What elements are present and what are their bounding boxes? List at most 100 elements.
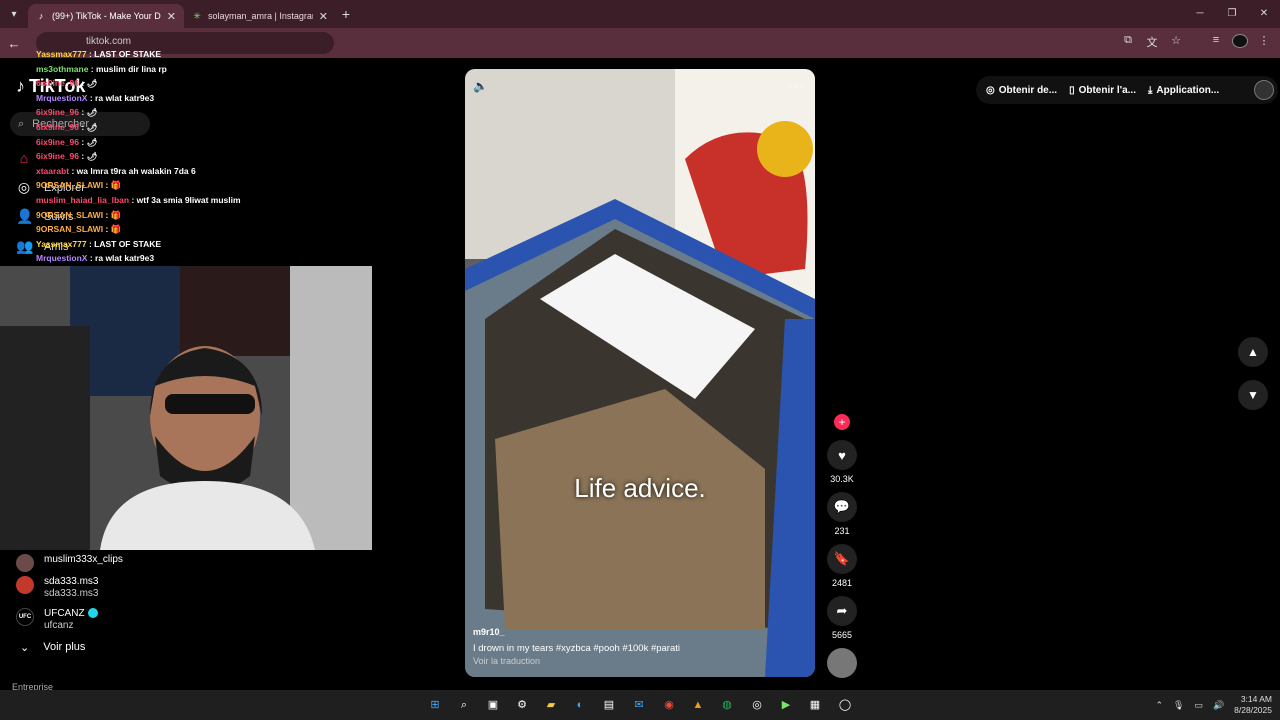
music-disc-avatar[interactable]: [827, 648, 857, 678]
chat-username: MrquestionX: [36, 253, 88, 264]
chevron-down-icon: ▼: [1247, 388, 1259, 402]
avatar: [16, 554, 34, 572]
search-icon[interactable]: ⌕: [455, 696, 473, 714]
chat-message: 9ORSAN_SLAWI : 🎁: [36, 178, 336, 193]
see-translation-link[interactable]: Voir la traduction: [473, 656, 540, 666]
follow-button[interactable]: +: [826, 414, 858, 430]
chat-username: Yassmax777: [36, 238, 87, 249]
chat-text: 🌶: [86, 121, 98, 132]
next-video-button[interactable]: ▼: [1238, 380, 1268, 410]
settings-gear-icon[interactable]: ⚙: [513, 696, 531, 714]
video-player[interactable]: 🔈 ··· Life advice. m9r10_ I drown in my …: [465, 69, 815, 677]
cast-icon[interactable]: ⧉: [1120, 34, 1136, 51]
spotify-icon[interactable]: ◍: [718, 696, 736, 714]
like-count: 30.3K: [830, 474, 854, 484]
chat-message: ms3othmane : muslim dir lina rp: [36, 62, 336, 77]
chat-text: wa lmra t9ra ah walakin 7da 6: [76, 165, 196, 176]
network-icon[interactable]: ▭: [1194, 700, 1203, 711]
get-coins-button[interactable]: ◎ Obtenir de...: [986, 85, 1057, 96]
webcam-overlay: [0, 266, 372, 550]
video-author[interactable]: m9r10_: [473, 627, 505, 637]
friends-icon[interactable]: 👥: [16, 238, 33, 255]
button-label: Obtenir l'a...: [1078, 84, 1136, 96]
app-a-icon[interactable]: ▲: [689, 696, 707, 714]
share-count: 5665: [831, 630, 853, 640]
edge-icon[interactable]: ◐: [571, 696, 589, 714]
chevron-up-icon: ▲: [1247, 345, 1259, 359]
windows-start-icon[interactable]: ⊞: [426, 696, 444, 714]
chat-separator: :: [87, 253, 96, 264]
clock-time: 3:14 AM: [1240, 694, 1272, 704]
webcam-image: [0, 266, 372, 550]
get-app-button[interactable]: ▯ Obtenir l'a...: [1069, 85, 1136, 96]
chat-message: 6ix9ine_96 : 🌶: [36, 149, 336, 164]
following-item[interactable]: muslim333x_clips: [16, 554, 123, 572]
media-player-icon[interactable]: ▶: [777, 696, 795, 714]
chat-message: MrquestionX : ra wlat katr9e3: [36, 251, 336, 266]
chat-separator: :: [79, 121, 87, 132]
clock[interactable]: 3:14 AM 8/28/2025: [1234, 694, 1272, 716]
chat-text: 🎁: [110, 224, 122, 235]
profile-icon[interactable]: [1232, 34, 1248, 51]
volume-icon[interactable]: 🔊: [1213, 700, 1224, 711]
new-tab-button[interactable]: +: [336, 6, 356, 22]
voir-plus-button[interactable]: ⌄ Voir plus: [20, 641, 85, 654]
verified-badge-icon: [87, 608, 98, 619]
chat-separator: :: [87, 92, 96, 103]
following-item[interactable]: UFC UFCANZ ufcanz: [16, 608, 98, 632]
restore-icon[interactable]: ❐: [1216, 0, 1248, 28]
more-options-icon[interactable]: ···: [788, 77, 805, 93]
calculator-icon[interactable]: ▦: [806, 696, 824, 714]
user-avatar[interactable]: [1254, 80, 1274, 100]
translate-icon[interactable]: 文: [1144, 34, 1160, 51]
tab-search-icon[interactable]: ▾: [4, 4, 24, 24]
following-handle: ufcanz: [44, 620, 74, 631]
chat-separator: :: [103, 224, 111, 235]
heart-icon[interactable]: ♥: [827, 440, 857, 470]
share-icon[interactable]: ➦: [827, 596, 857, 626]
kebab-menu-icon[interactable]: ⋮: [1256, 34, 1272, 51]
bookmark-star-icon[interactable]: ☆: [1168, 34, 1184, 51]
chrome-icon[interactable]: ◉: [660, 696, 678, 714]
chat-username: 9ORSAN_SLAWI: [36, 209, 104, 220]
comment-icon[interactable]: 💬: [827, 492, 857, 522]
following-item[interactable]: sda333.ms3 sda333.ms3: [16, 576, 98, 600]
chat-username: 9ORSAN_SLAWI: [36, 224, 104, 235]
speaker-mute-icon[interactable]: 🔈: [473, 79, 488, 93]
outlook-icon[interactable]: ✉: [630, 696, 648, 714]
plus-icon: +: [834, 414, 850, 430]
chevron-up-tray-icon[interactable]: ⌃: [1155, 700, 1163, 711]
tiktok-note-icon: ♪: [16, 76, 25, 96]
url-text: tiktok.com: [86, 36, 132, 47]
close-window-icon[interactable]: ✕: [1248, 0, 1280, 28]
chat-username: 9ORSAN_SLAWI: [36, 180, 104, 191]
file-explorer-icon[interactable]: ▰: [542, 696, 560, 714]
steam-icon[interactable]: ◎: [748, 696, 766, 714]
tab-instagram[interactable]: ✳ solayman_amra | Instagram, Tik ✕: [184, 4, 336, 28]
desktop-app-button[interactable]: ⤓ Application...: [1148, 85, 1219, 96]
chat-username: 6ix9ine_96: [36, 121, 80, 132]
app-circle-icon[interactable]: ◯: [836, 696, 854, 714]
clock-date: 8/28/2025: [1234, 705, 1272, 715]
store-icon[interactable]: ▤: [600, 696, 618, 714]
home-icon[interactable]: ⌂: [16, 150, 32, 166]
close-tab-icon[interactable]: ✕: [167, 10, 176, 23]
back-arrow-icon[interactable]: ←: [0, 36, 28, 51]
microphone-icon[interactable]: 🎙: [1173, 700, 1184, 711]
previous-video-button[interactable]: ▲: [1238, 337, 1268, 367]
minimize-icon[interactable]: ─: [1184, 0, 1216, 28]
tab-tiktok[interactable]: ♪ (99+) TikTok - Make Your Day ✕: [28, 4, 184, 28]
comment-count: 231: [834, 526, 850, 536]
chat-separator: :: [79, 107, 87, 118]
chat-message: 9ORSAN_SLAWI : 🎁: [36, 222, 336, 237]
chat-message: 6ix9ine_96 : 🌶: [36, 76, 336, 91]
close-tab-icon[interactable]: ✕: [319, 10, 328, 23]
compass-icon[interactable]: ◎: [16, 179, 32, 196]
user-icon[interactable]: 👤: [16, 208, 33, 225]
task-view-icon[interactable]: ▣: [484, 696, 502, 714]
chat-text: ra wlat katr9e3: [95, 253, 155, 264]
linktree-favicon-icon: ✳: [193, 10, 201, 21]
bookmark-icon[interactable]: 🔖: [827, 544, 857, 574]
tab-title: (99+) TikTok - Make Your Day: [52, 11, 161, 21]
media-controls-icon[interactable]: ≡: [1208, 34, 1224, 51]
